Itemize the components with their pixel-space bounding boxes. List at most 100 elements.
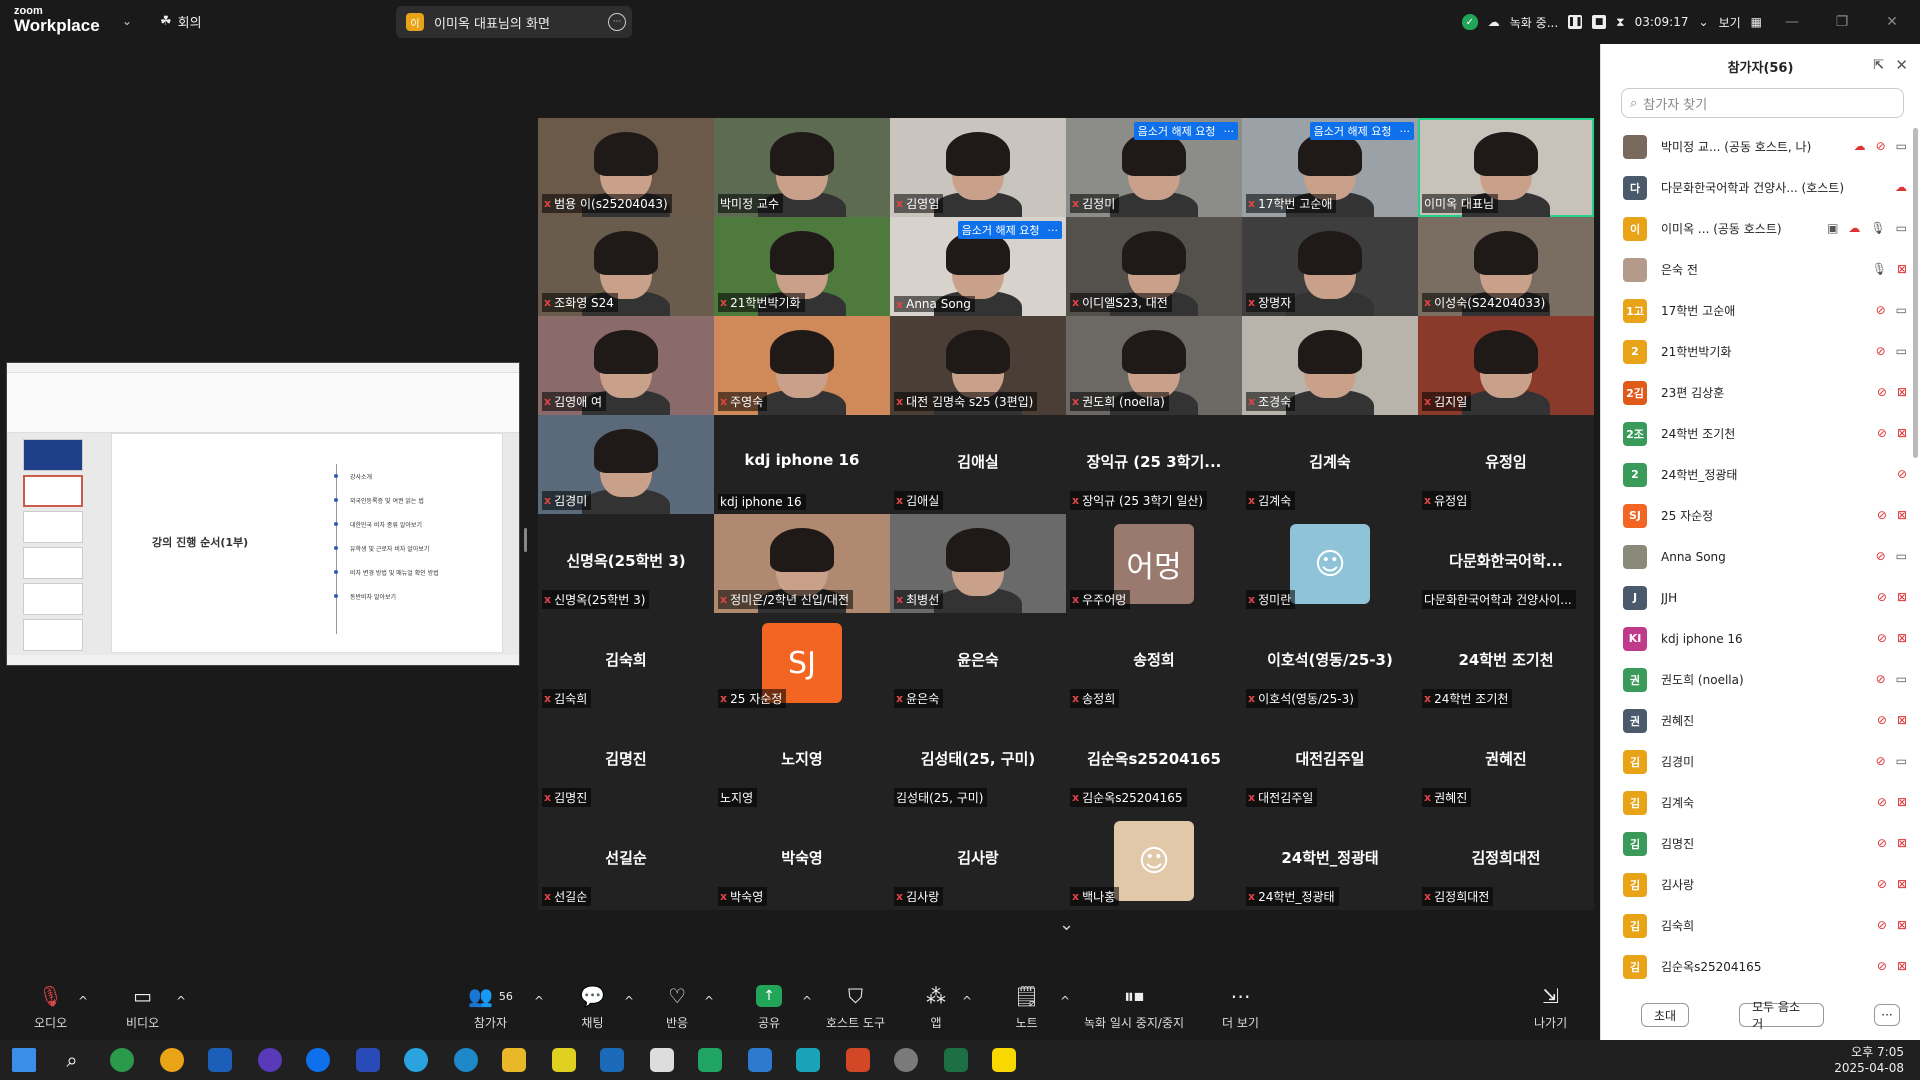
video-tile[interactable]: ⅹ 대전 김명숙 s25 (3편입) [890,316,1066,415]
unmute-request-badge[interactable]: 음소거 해제 요청 ··· [957,221,1062,239]
search-icon[interactable]: ⌕ [60,1048,84,1072]
video-tile[interactable]: 음소거 해제 요청 ··· ⅹ Anna Song [890,217,1066,316]
app-icon[interactable] [796,1048,820,1072]
grid-view-icon[interactable]: ▦ [1751,15,1762,29]
chevron-up-icon[interactable]: ^ [78,994,88,1008]
chevron-up-icon[interactable]: ^ [1060,994,1070,1008]
sticky-notes-icon[interactable] [552,1048,576,1072]
video-tile[interactable]: ⅹ 정미은/2학년 신입/대전 [714,514,890,613]
more-options-icon[interactable]: ··· [1224,125,1235,138]
chevron-up-icon[interactable]: ^ [704,994,714,1008]
share-button[interactable]: ↑ 공유 [756,984,782,1031]
splitter-handle[interactable] [524,528,527,552]
chrome-icon[interactable] [110,1048,134,1072]
chrome-icon[interactable] [160,1048,184,1072]
video-tile[interactable]: 신명옥(25학번 3) ⅹ 신명옥(25학번 3) [538,514,714,613]
participant-row[interactable]: J JJH ⊘ ⊠ [1601,577,1915,618]
video-tile[interactable]: ⅹ 이성숙(S24204033) [1418,217,1594,316]
video-tile[interactable]: 장익규 (25 3학기... ⅹ 장익규 (25 3학기 일산) [1066,415,1242,514]
video-tile[interactable]: 김사랑 ⅹ 김사랑 [890,811,1066,910]
participant-row[interactable]: 박미정 교... (공동 호스트, 나) ☁ ⊘ ▭ [1601,126,1915,167]
video-tile[interactable]: ⅹ 김지일 [1418,316,1594,415]
chat-button[interactable]: 💬 채팅 [580,984,605,1031]
participant-row[interactable]: 김 김순옥s25204165 ⊘ ⊠ [1601,946,1915,987]
video-tile[interactable]: 권혜진 ⅹ 권혜진 [1418,712,1594,811]
leave-button[interactable]: ⇲ 나가기 [1534,984,1567,1031]
system-clock[interactable]: 오후 7:05 2025-04-08 [1834,1044,1904,1076]
video-tile[interactable]: ⅹ 조화영 S24 [538,217,714,316]
video-tile[interactable]: ⅹ 주영숙 [714,316,890,415]
zoom-logo[interactable]: zoom Workplace [14,6,100,35]
invite-button[interactable]: 초대 [1641,1003,1690,1027]
zoom-taskbar-icon[interactable] [306,1048,330,1072]
video-tile[interactable]: ⅹ 이디엘S23, 대전 [1066,217,1242,316]
participant-row[interactable]: 권 권혜진 ⊘ ⊠ [1601,700,1915,741]
participant-row[interactable]: 2김 23편 김상훈 ⊘ ⊠ [1601,372,1915,413]
file-icon[interactable] [650,1048,674,1072]
video-tile[interactable]: SJ ⅹ 25 자순정 [714,613,890,712]
audio-button[interactable]: 🎙 오디오 [34,984,67,1031]
video-button[interactable]: ▭ 비디오 [126,984,159,1031]
unmute-request-badge[interactable]: 음소거 해제 요청 ··· [1133,122,1238,140]
video-tile[interactable]: 윤은숙 ⅹ 윤은숙 [890,613,1066,712]
edge-icon[interactable] [454,1048,478,1072]
screen-share-indicator[interactable]: 이 이미옥 대표님의 화면 ··· [396,6,632,38]
participant-row[interactable]: 김 김사랑 ⊘ ⊠ [1601,864,1915,905]
video-tile[interactable]: 이호석(영동/25-3) ⅹ 이호석(영동/25-3) [1242,613,1418,712]
video-tile[interactable]: ⅹ 김영애 여 [538,316,714,415]
video-tile[interactable]: 24학번_정광태 ⅹ 24학번_정광태 [1242,811,1418,910]
participant-row[interactable]: 권 권도희 (noella) ⊘ ▭ [1601,659,1915,700]
app-icon[interactable] [894,1048,918,1072]
folder-icon[interactable] [502,1048,526,1072]
participant-row[interactable]: 이 이미옥 ... (공동 호스트) ▣ ☁ 🎙 ▭ [1601,208,1915,249]
participant-row[interactable]: 다 다문화한국어학과 건양사... (호스트) ☁ [1601,167,1915,208]
video-tile[interactable]: 어멍 ⅹ 우주어멍 [1066,514,1242,613]
video-tile[interactable]: 이미옥 대표님 [1418,118,1594,217]
participant-row[interactable]: 1고 17학번 고순애 ⊘ ▭ [1601,290,1915,331]
close-window-icon[interactable]: ✕ [1872,14,1912,30]
video-tile[interactable]: 선길순 ⅹ 선길순 [538,811,714,910]
more-options-icon[interactable]: ··· [1400,125,1411,138]
reactions-button[interactable]: ♡ 반응 [666,984,688,1031]
video-tile[interactable]: kdj iphone 16 kdj iphone 16 [714,415,890,514]
chevron-up-icon[interactable]: ^ [624,994,634,1008]
video-tile[interactable]: 김정희대전 ⅹ 김정희대전 [1418,811,1594,910]
close-icon[interactable]: ✕ [1895,56,1908,74]
powerpoint-icon[interactable] [846,1048,870,1072]
pause-recording-icon[interactable]: ❚❚ [1568,15,1583,29]
chevron-up-icon[interactable]: ^ [802,994,812,1008]
video-tile[interactable]: 박숙영 ⅹ 박숙영 [714,811,890,910]
pop-out-icon[interactable]: ⇱ [1873,58,1884,73]
participant-row[interactable]: 김 김숙희 ⊘ ⊠ [1601,905,1915,946]
video-tile[interactable]: 음소거 해제 요청 ··· ⅹ 김정미 [1066,118,1242,217]
video-tile[interactable]: 김숙희 ⅹ 김숙희 [538,613,714,712]
drive-icon[interactable] [698,1048,722,1072]
outlook-icon[interactable] [208,1048,232,1072]
kakaotalk-icon[interactable] [992,1048,1016,1072]
video-tile[interactable]: ⅹ 범용 이(s25204043) [538,118,714,217]
stop-recording-icon[interactable]: ■ [1592,15,1607,29]
chevron-down-icon[interactable]: ⌄ [1059,914,1074,935]
participant-row[interactable]: 김 김명진 ⊘ ⊠ [1601,823,1915,864]
apps-button[interactable]: ⁂ 앱 [926,984,946,1031]
participant-row[interactable]: 김 김계숙 ⊘ ⊠ [1601,782,1915,823]
video-tile[interactable]: 김명진 ⅹ 김명진 [538,712,714,811]
video-tile[interactable]: ⅹ 조경숙 [1242,316,1418,415]
video-tile[interactable]: 24학번 조기천 ⅹ 24학번 조기천 [1418,613,1594,712]
participant-row[interactable]: SJ 25 자순정 ⊘ ⊠ [1601,495,1915,536]
video-tile[interactable]: 송정희 ⅹ 송정희 [1066,613,1242,712]
telegram-icon[interactable] [404,1048,428,1072]
video-tile[interactable]: ⅹ 최병선 [890,514,1066,613]
more-options-icon[interactable]: ··· [1048,224,1059,237]
video-tile[interactable]: 박미정 교수 [714,118,890,217]
unmute-request-badge[interactable]: 음소거 해제 요청 ··· [1309,122,1414,140]
video-tile[interactable]: 김애실 ⅹ 김애실 [890,415,1066,514]
panel-more-button[interactable]: ··· [1874,1004,1900,1026]
participant-row[interactable]: 2 24학번_정광태 ⊘ [1601,454,1915,495]
chevron-down-icon[interactable]: ⌄ [122,14,132,28]
video-tile[interactable]: ☺ ⅹ 백나홍 [1066,811,1242,910]
video-tile[interactable]: ⅹ 권도희 (noella) [1066,316,1242,415]
participant-row[interactable]: Anna Song ⊘ ▭ [1601,536,1915,577]
participants-button[interactable]: 👥 56 참가자 [468,984,513,1031]
video-tile[interactable]: ⅹ 김경미 [538,415,714,514]
